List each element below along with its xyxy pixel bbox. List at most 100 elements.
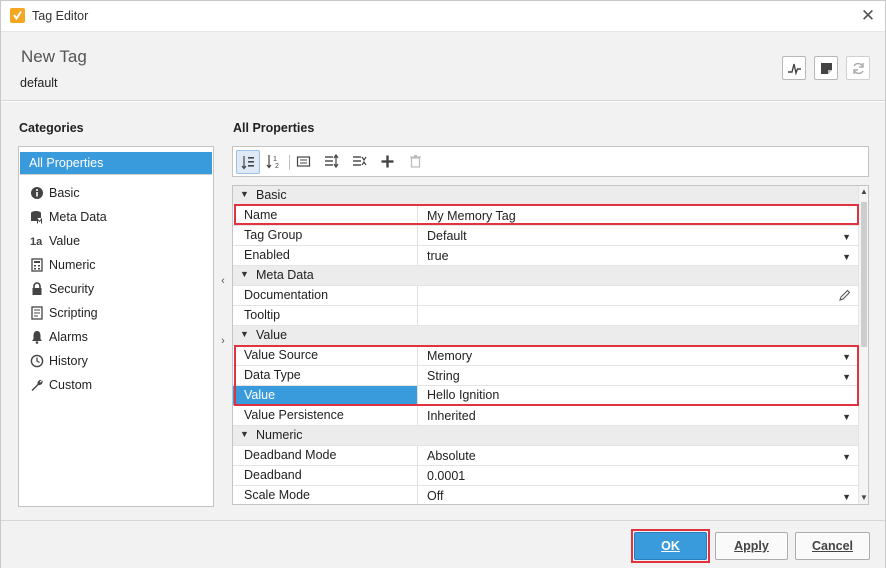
category-security[interactable]: Security (19, 278, 213, 300)
property-value[interactable]: Memory ▼ (419, 346, 858, 365)
property-row-value-persistence[interactable]: Value Persistence Inherited ▼ (233, 406, 858, 426)
sort-categorized-button[interactable] (236, 150, 260, 174)
dropdown-arrow-icon[interactable]: ▼ (842, 487, 851, 504)
refresh-icon (853, 62, 864, 75)
lock-icon (32, 282, 42, 295)
property-value[interactable]: Default ▼ (419, 226, 858, 245)
refresh-button[interactable] (846, 56, 870, 80)
apply-button[interactable]: Apply (715, 532, 788, 560)
delete-property-button[interactable] (404, 150, 428, 174)
title-bar: Tag Editor ✕ (1, 1, 885, 32)
note-icon (821, 63, 832, 74)
scroll-down-icon[interactable]: ▼ (860, 493, 868, 502)
metadata-icon (31, 211, 44, 224)
property-value[interactable]: 0.0001 (419, 466, 858, 485)
trash-icon (410, 155, 421, 168)
dropdown-arrow-icon[interactable]: ▼ (842, 247, 851, 268)
property-value[interactable] (419, 286, 858, 305)
property-value[interactable]: Off ▼ (419, 486, 858, 504)
numeric-icon (31, 258, 43, 272)
property-value[interactable]: Absolute ▼ (419, 446, 858, 465)
category-numeric[interactable]: Numeric (19, 254, 213, 276)
pencil-icon[interactable] (839, 289, 851, 301)
all-properties-heading: All Properties (233, 121, 315, 135)
collapse-all-icon (353, 156, 367, 166)
category-meta-data[interactable]: Meta Data (19, 206, 213, 228)
section-numeric[interactable]: ▼ Numeric (233, 426, 858, 446)
scroll-up-icon[interactable]: ▲ (860, 187, 868, 196)
property-row-data-type[interactable]: Data Type String ▼ (233, 366, 858, 386)
category-label: Meta Data (49, 210, 107, 224)
property-value[interactable]: true ▼ (419, 246, 858, 265)
property-value-text: Absolute (427, 449, 476, 463)
property-value[interactable]: My Memory Tag (419, 206, 858, 225)
property-row-deadband-mode[interactable]: Deadband Mode Absolute ▼ (233, 446, 858, 466)
property-row-value[interactable]: Value Hello Ignition (233, 386, 858, 406)
category-label: Alarms (49, 330, 88, 344)
category-all-properties[interactable]: All Properties (20, 152, 212, 174)
editor-content: Categories All Properties Basic Meta Dat… (1, 102, 885, 520)
quality-button[interactable] (782, 56, 806, 80)
property-row-name[interactable]: Name My Memory Tag (233, 206, 858, 226)
property-name: Deadband (233, 466, 418, 485)
dropdown-arrow-icon[interactable]: ▼ (842, 407, 851, 428)
ok-button[interactable]: OK (634, 532, 707, 560)
category-label: History (49, 354, 88, 368)
cancel-button[interactable]: Cancel (795, 532, 870, 560)
svg-text:2: 2 (275, 163, 279, 169)
section-meta-data[interactable]: ▼ Meta Data (233, 266, 858, 286)
close-icon[interactable]: ✕ (859, 6, 877, 26)
property-row-documentation[interactable]: Documentation (233, 286, 858, 306)
property-row-deadband[interactable]: Deadband 0.0001 (233, 466, 858, 486)
vertical-scrollbar[interactable]: ▲ ▼ (858, 186, 868, 504)
sort-alphabetical-button[interactable]: 12 (262, 150, 286, 174)
section-value[interactable]: ▼ Value (233, 326, 858, 346)
collapse-all-button[interactable] (348, 150, 372, 174)
category-value[interactable]: 1a Value (19, 230, 213, 252)
category-basic[interactable]: Basic (19, 182, 213, 204)
dropdown-arrow-icon[interactable]: ▼ (842, 347, 851, 368)
dropdown-arrow-icon[interactable]: ▼ (842, 367, 851, 388)
property-value[interactable]: String ▼ (419, 366, 858, 385)
category-history[interactable]: History (19, 350, 213, 372)
wrench-icon (31, 379, 43, 391)
property-name: Scale Mode (233, 486, 418, 504)
show-descriptions-button[interactable] (292, 150, 316, 174)
properties-toolbar: 12 (232, 146, 869, 177)
property-row-enabled[interactable]: Enabled true ▼ (233, 246, 858, 266)
dropdown-arrow-icon[interactable]: ▼ (842, 227, 851, 248)
property-value[interactable]: Hello Ignition (419, 386, 858, 405)
property-row-tooltip[interactable]: Tooltip (233, 306, 858, 326)
section-label: Value (256, 328, 288, 342)
add-custom-property-button[interactable] (376, 150, 400, 174)
property-value-text: 0.0001 (427, 469, 466, 483)
toolbar-separator (289, 155, 290, 170)
category-custom[interactable]: Custom (19, 374, 213, 396)
property-row-tag-group[interactable]: Tag Group Default ▼ (233, 226, 858, 246)
collapse-triangle-icon: ▼ (240, 269, 249, 279)
section-basic[interactable]: ▼ Basic (233, 186, 858, 206)
property-value-text: Off (427, 489, 444, 503)
property-value-text: Default (427, 229, 467, 243)
expand-all-button[interactable] (320, 150, 344, 174)
category-label: All Properties (29, 156, 104, 170)
property-value[interactable] (419, 306, 858, 325)
category-alarms[interactable]: Alarms (19, 326, 213, 348)
notes-button[interactable] (814, 56, 838, 80)
property-row-scale-mode[interactable]: Scale Mode Off ▼ (233, 486, 858, 504)
tag-header: New Tag default (1, 32, 885, 101)
category-scripting[interactable]: Scripting (19, 302, 213, 324)
property-value[interactable]: Inherited ▼ (419, 406, 858, 425)
app-icon (10, 8, 25, 23)
expand-right-arrow[interactable]: › (219, 335, 227, 347)
property-name: Tag Group (233, 226, 418, 245)
collapse-left-arrow[interactable]: ‹ (219, 275, 227, 287)
property-name: Tooltip (233, 306, 418, 325)
property-row-value-source[interactable]: Value Source Memory ▼ (233, 346, 858, 366)
script-icon (31, 306, 43, 320)
plus-icon (381, 155, 394, 168)
property-name: Value (233, 386, 418, 405)
dropdown-arrow-icon[interactable]: ▼ (842, 447, 851, 468)
scrollbar-thumb[interactable] (861, 202, 867, 347)
section-label: Meta Data (256, 268, 314, 282)
